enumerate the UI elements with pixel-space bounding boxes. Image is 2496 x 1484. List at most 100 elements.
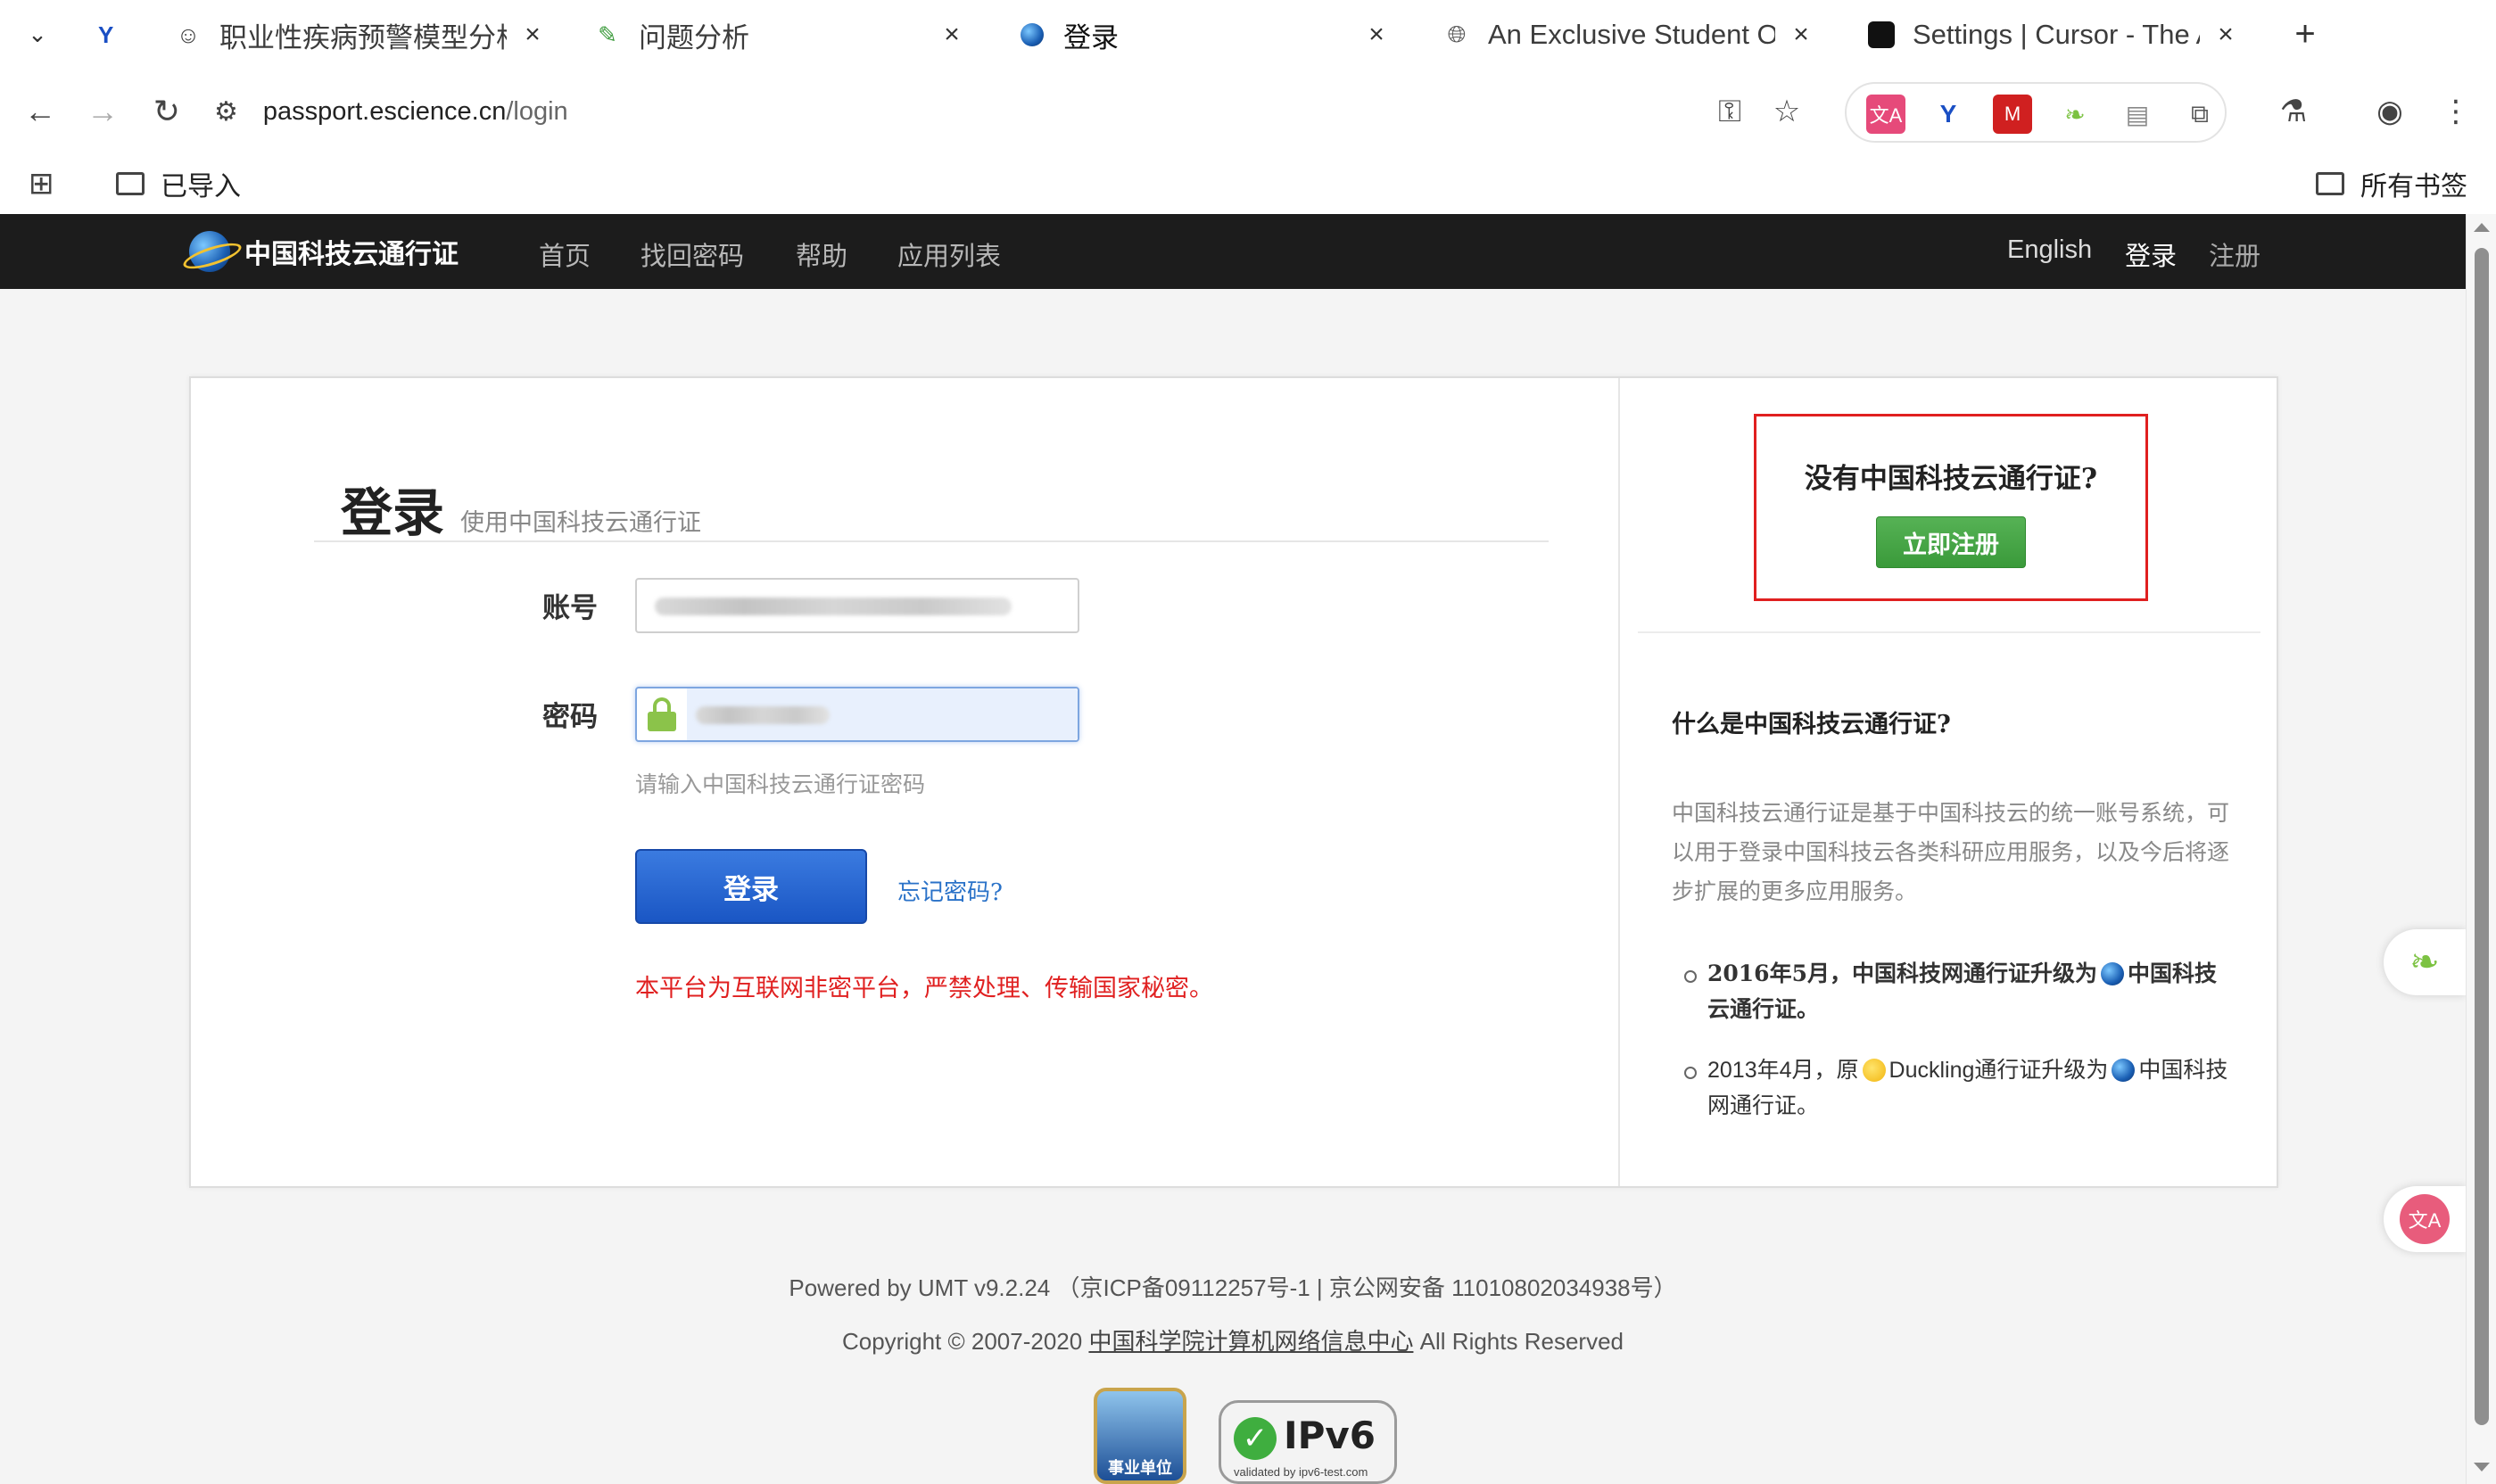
labs-flask-icon[interactable]: ⚗: [2271, 89, 2316, 134]
globe-icon: [2112, 1059, 2136, 1082]
ylogo-ext-icon[interactable]: Y: [1929, 95, 1968, 134]
bookmark-folder-imported[interactable]: 已导入: [116, 162, 241, 205]
leaf-icon: ❧: [2409, 943, 2440, 982]
login-button[interactable]: 登录: [635, 849, 867, 924]
tab-title: 职业性疾病预警模型分析: [219, 21, 507, 54]
password-field[interactable]: [687, 688, 1078, 740]
tab-0[interactable]: ☺ 职业性疾病预警模型分析 ×: [161, 7, 558, 62]
site-logo[interactable]: 中国科技云通行证: [189, 231, 459, 272]
ipv6-label: IPv6: [1284, 1414, 1376, 1457]
bookmarks-bar: ⊞ 已导入 所有书签: [0, 153, 2496, 214]
password-key-icon[interactable]: ⚿: [1707, 89, 1752, 134]
register-now-button[interactable]: 立即注册: [1876, 516, 2026, 568]
footer-powered: Powered by UMT v9.2.24 （京ICP备09112257号-1…: [789, 1274, 1677, 1301]
ipv6-validated: validated by ipv6-test.com: [1234, 1465, 1368, 1479]
bookmark-folder-all[interactable]: 所有书签: [2316, 162, 2467, 205]
ipv6-badge[interactable]: ✓ IPv6 validated by ipv6-test.com: [1219, 1400, 1397, 1484]
nav-english[interactable]: English: [2007, 235, 2092, 265]
redacted-value: [655, 598, 1012, 615]
bookmark-label: 所有书签: [2360, 172, 2467, 202]
apps-grid-icon[interactable]: ⊞: [29, 162, 54, 205]
divider: [314, 540, 1549, 542]
login-card: 登录 使用中国科技云通行证 账号 密码 请输入中国科技云通行证密码 登录 忘记密…: [189, 376, 2278, 1188]
history-text: 2016年5月，中国科技网通行证升级为: [1707, 960, 2097, 986]
back-arrow-icon[interactable]: ←: [18, 89, 62, 134]
password-input[interactable]: [635, 687, 1079, 742]
bookmark-star-icon[interactable]: ☆: [1765, 89, 1809, 134]
url-host: passport.escience.cn: [262, 96, 507, 126]
site-nav-bar: 中国科技云通行证 首页 找回密码 帮助 应用列表 English 登录 注册: [0, 214, 2466, 289]
duckling-icon: [1862, 1059, 1886, 1082]
page-subtitle: 使用中国科技云通行证: [460, 509, 702, 537]
nav-register[interactable]: 注册: [2209, 235, 2260, 273]
leaf-ext-icon[interactable]: ❧: [2055, 95, 2095, 134]
what-is-title: 什么是中国科技云通行证?: [1672, 711, 1951, 738]
tab-title: An Exclusive Student Off: [1488, 19, 1775, 50]
public-institution-badge[interactable]: 事业单位: [1094, 1388, 1186, 1484]
folder-icon: [116, 172, 145, 195]
pinned-tab[interactable]: Y: [86, 7, 121, 62]
address-bar[interactable]: ⚙ passport.escience.cn/login: [214, 84, 1820, 139]
translate-ext-icon[interactable]: 文A: [1866, 95, 1905, 134]
browser-toolbar: ← → ↻ ⚙ passport.escience.cn/login ⚿ ☆ 文…: [0, 70, 2496, 153]
bookmark-label: 已导入: [161, 172, 241, 202]
register-callout: 没有中国科技云通行证? 立即注册: [1754, 414, 2148, 601]
nav-home[interactable]: 首页: [539, 235, 591, 273]
tab-search-chevron-icon[interactable]: ⌄: [20, 16, 55, 52]
floating-translate-widget[interactable]: 文A: [2384, 1186, 2466, 1252]
globe-icon: [1017, 20, 1047, 50]
nav-recover-password[interactable]: 找回密码: [641, 235, 744, 273]
history-item: 2016年5月，中国科技网通行证升级为 中国科技云通行证。: [1684, 956, 2234, 1027]
assistant-logo-icon: ☺: [176, 21, 201, 48]
profile-avatar-icon[interactable]: ◉: [2368, 89, 2412, 134]
tab-2-active[interactable]: 登录 ×: [1004, 7, 1402, 62]
globe-logo-icon: [189, 231, 230, 272]
password-hint: 请输入中国科技云通行证密码: [635, 771, 926, 797]
close-icon[interactable]: ×: [519, 20, 546, 50]
forgot-password-link[interactable]: 忘记密码?: [897, 874, 1003, 907]
close-icon[interactable]: ×: [1363, 20, 1390, 50]
scroll-thumb[interactable]: [2475, 248, 2489, 1425]
document-ext-icon[interactable]: ▤: [2118, 95, 2157, 134]
globe-icon: [2100, 962, 2124, 985]
nav-login[interactable]: 登录: [2125, 235, 2177, 273]
tab-bar: ⌄ Y ☺ 职业性疾病预警模型分析 × ✎ 问题分析 × 登录 × 🌐︎ An …: [0, 0, 2496, 70]
history-text: Duckling通行证升级为: [1889, 1058, 2109, 1083]
url-path: /login: [506, 96, 568, 126]
close-icon[interactable]: ×: [938, 20, 965, 50]
puzzle-extensions-icon[interactable]: ⧉: [2180, 95, 2219, 134]
tab-3[interactable]: 🌐︎ An Exclusive Student Off ×: [1429, 7, 1827, 62]
mendeley-ext-icon[interactable]: M: [1993, 95, 2032, 134]
tab-4[interactable]: Settings | Cursor - The AI ×: [1854, 7, 2252, 62]
account-input[interactable]: [635, 578, 1079, 633]
check-icon: ✓: [1234, 1417, 1277, 1460]
scroll-up-icon[interactable]: [2474, 223, 2490, 232]
footer-copyright: Copyright © 2007-2020 中国科学院计算机网络信息中心 All…: [0, 1323, 2466, 1356]
tab-1[interactable]: ✎ 问题分析 ×: [580, 7, 978, 62]
password-label: 密码: [542, 701, 598, 733]
copyright-text: Copyright © 2007-2020: [841, 1328, 1089, 1355]
cursor-logo-icon: [1866, 20, 1897, 50]
reload-icon[interactable]: ↻: [145, 89, 189, 134]
tab-title: 问题分析: [639, 21, 749, 54]
copyright-text: All Rights Reserved: [1413, 1328, 1624, 1355]
floating-leaf-widget[interactable]: ❧: [2384, 929, 2466, 995]
close-icon[interactable]: ×: [1788, 20, 1814, 50]
vertical-divider: [1618, 378, 1620, 1186]
menu-kebab-icon[interactable]: ⋮: [2434, 89, 2478, 134]
tab-title: 登录: [1063, 21, 1119, 54]
history-text: 2013年4月，原: [1707, 1058, 1859, 1083]
forward-arrow-icon[interactable]: →: [80, 89, 125, 134]
login-heading: 登录 使用中国科技云通行证: [341, 471, 701, 546]
close-icon[interactable]: ×: [2212, 20, 2239, 50]
redacted-password: [696, 706, 830, 724]
extensions-group: 文A Y M ❧ ▤ ⧉: [1845, 82, 2227, 143]
scroll-down-icon[interactable]: [2474, 1463, 2490, 1472]
cnic-link[interactable]: 中国科学院计算机网络信息中心: [1088, 1328, 1413, 1355]
folder-icon: [2316, 172, 2344, 195]
nav-app-list[interactable]: 应用列表: [897, 235, 1001, 273]
new-tab-button[interactable]: +: [2284, 14, 2327, 57]
nav-help[interactable]: 帮助: [796, 235, 847, 273]
site-settings-icon[interactable]: ⚙: [214, 96, 238, 128]
scrollbar[interactable]: [2466, 214, 2496, 1484]
